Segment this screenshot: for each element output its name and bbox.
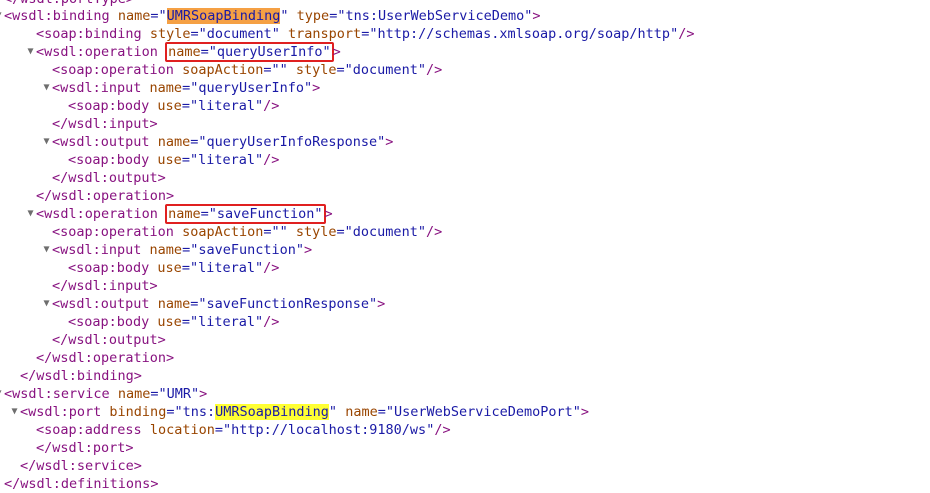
xml-tree-viewer: </wsdl:portType>▼<wsdl:binding name="UMR…	[0, 0, 930, 492]
xml-line: </wsdl:binding>	[20, 368, 142, 384]
collapse-toggle-icon[interactable]: ▼	[26, 205, 35, 223]
collapse-toggle-icon[interactable]: ▼	[42, 133, 51, 151]
xml-line: </wsdl:service>	[20, 458, 142, 474]
xml-line: <wsdl:port binding="tns:UMRSoapBinding" …	[20, 404, 590, 420]
collapse-toggle-icon[interactable]: ▼	[0, 7, 3, 25]
xml-line: <soap:operation soapAction="" style="doc…	[52, 224, 443, 240]
xml-line: <soap:body use="literal"/>	[68, 98, 280, 114]
xml-line: <soap:body use="literal"/>	[68, 314, 280, 330]
xml-line: <wsdl:operation name="saveFunction" >	[36, 204, 333, 224]
search-highlight: UMRSoapBinding	[166, 8, 281, 24]
xml-line: <wsdl:binding name="UMRSoapBinding" type…	[4, 8, 541, 24]
xml-line: <wsdl:service name="UMR">	[4, 386, 208, 402]
xml-line: <soap:address location="http://localhost…	[36, 422, 451, 438]
collapse-toggle-icon[interactable]: ▼	[26, 43, 35, 61]
collapse-toggle-icon[interactable]: ▼	[10, 403, 19, 421]
xml-line: </wsdl:port>	[36, 440, 134, 456]
xml-line: </wsdl:operation>	[36, 350, 175, 366]
xml-line: </wsdl:operation>	[36, 188, 175, 204]
search-highlight: UMRSoapBinding	[215, 404, 329, 420]
xml-line: </wsdl:definitions>	[4, 476, 159, 492]
xml-line: <wsdl:output name="saveFunctionResponse"…	[52, 296, 386, 312]
collapse-toggle-icon[interactable]: ▼	[0, 385, 3, 403]
collapse-toggle-icon[interactable]: ▼	[42, 79, 51, 97]
xml-line: </wsdl:input>	[52, 116, 158, 132]
xml-line: <wsdl:output name="queryUserInfoResponse…	[52, 134, 394, 150]
xml-line: </wsdl:input>	[52, 278, 158, 294]
xml-line: <soap:body use="literal"/>	[68, 152, 280, 168]
xml-line: <wsdl:operation name="queryUserInfo" >	[36, 42, 341, 62]
xml-line: </wsdl:output>	[52, 170, 166, 186]
xml-line: <wsdl:input name="queryUserInfo">	[52, 80, 321, 96]
collapse-toggle-icon[interactable]: ▼	[42, 241, 51, 259]
annotation-box: name="queryUserInfo"	[165, 42, 334, 62]
xml-line: <soap:body use="literal"/>	[68, 260, 280, 276]
xml-line: </wsdl:output>	[52, 332, 166, 348]
xml-line: <soap:binding style="document" transport…	[36, 26, 695, 42]
xml-line: <soap:operation soapAction="" style="doc…	[52, 62, 443, 78]
xml-line: <wsdl:input name="saveFunction">	[52, 242, 313, 258]
annotation-box: name="saveFunction"	[165, 204, 326, 224]
collapse-toggle-icon[interactable]: ▼	[42, 295, 51, 313]
